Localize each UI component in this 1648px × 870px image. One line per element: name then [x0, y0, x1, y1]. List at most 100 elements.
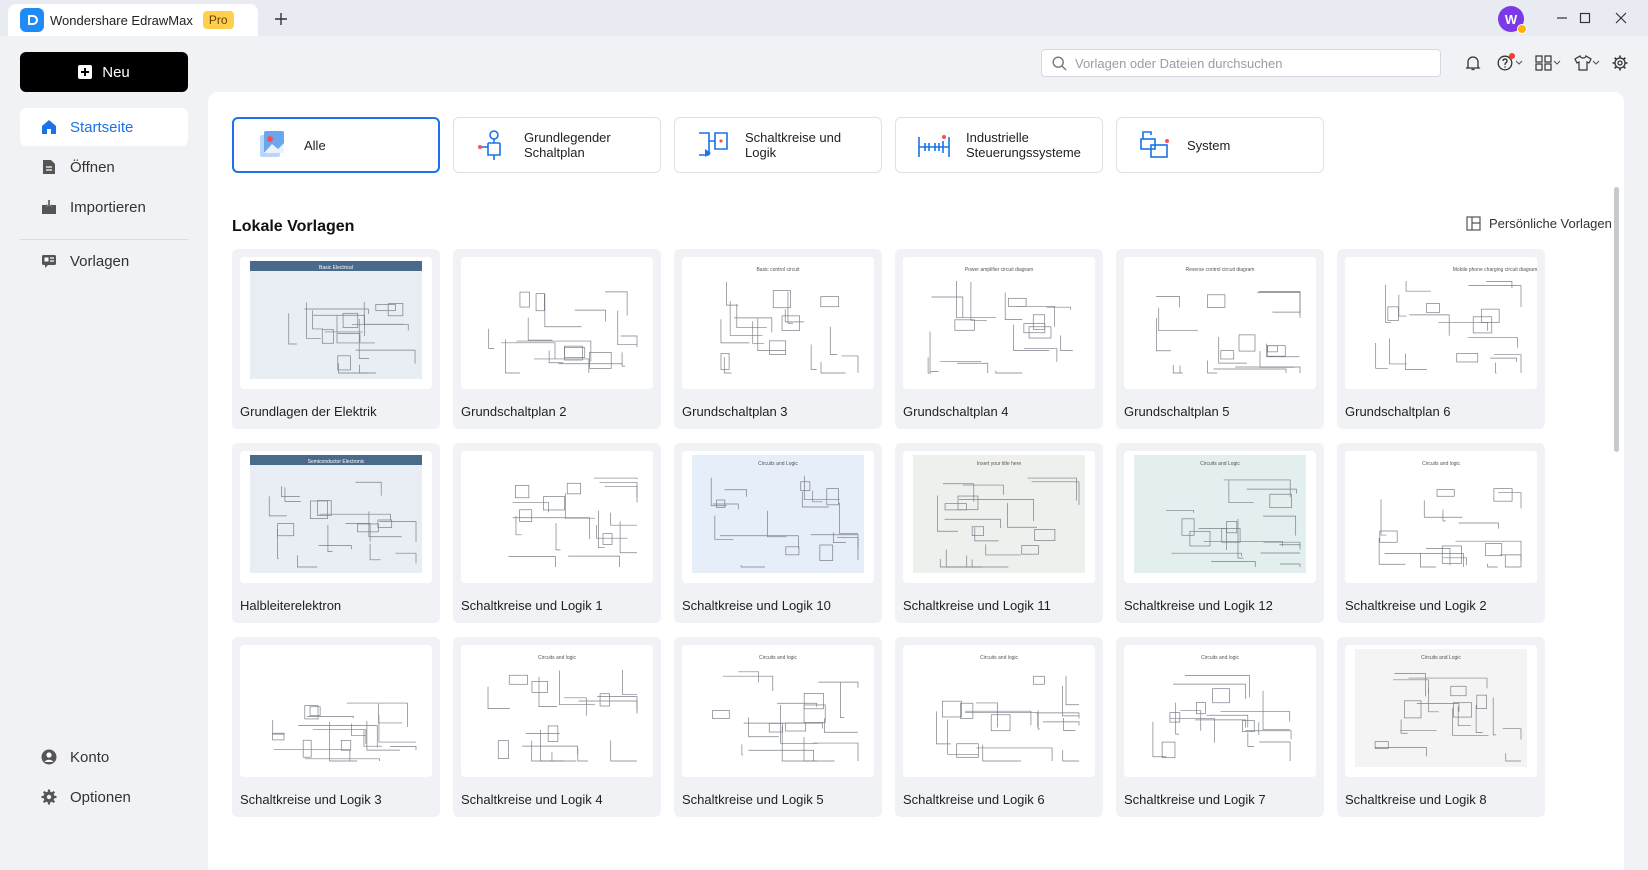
chevron-down-icon [1592, 60, 1600, 65]
category-label: Schaltkreise und Logik [745, 130, 842, 160]
category-alle[interactable]: Alle [232, 117, 440, 173]
account-icon [40, 748, 58, 766]
templates-icon [40, 252, 58, 270]
template-label: Grundschaltplan 2 [461, 404, 567, 419]
circuit-diagram-preview: Basic control circuit [682, 257, 874, 389]
personal-templates-label: Persönliche Vorlagen [1489, 216, 1612, 231]
template-card[interactable]: Insert your title here Schaltkreise und L… [895, 443, 1103, 623]
sidebar-item-startseite[interactable]: Startseite [20, 108, 188, 146]
personal-templates-link[interactable]: Persönliche Vorlagen [1466, 216, 1612, 231]
plus-square-icon [78, 65, 93, 79]
circuit-diagram-preview: Circuits and Logic [1355, 649, 1527, 767]
template-thumbnail: Power amplifier circuit diagram [903, 257, 1095, 389]
thumbnail-title: Semiconductor Electronic [308, 459, 365, 465]
template-label: Schaltkreise und Logik 10 [682, 598, 831, 613]
thumbnail-title: Circuits and logic [1201, 655, 1240, 661]
all-templates-icon [260, 131, 284, 157]
thumbnail-title: Reverse control circuit diagram [1186, 267, 1255, 273]
template-label: Schaltkreise und Logik 3 [240, 792, 382, 807]
template-card[interactable]: Circuits and logic Schaltkreise und Logik… [1337, 443, 1545, 623]
template-card[interactable]: Circuits and Logic Schaltkreise und Logik… [674, 443, 882, 623]
category-industrielle-steuerungssysteme[interactable]: Industrielle Steuerungssysteme [895, 117, 1103, 173]
template-card[interactable]: Circuits and Logic Schaltkreise und Logik… [1116, 443, 1324, 623]
template-label: Grundschaltplan 5 [1124, 404, 1230, 419]
template-label: Grundschaltplan 6 [1345, 404, 1451, 419]
template-card[interactable]: Schaltkreise und Logik 3 [232, 637, 440, 817]
bell-icon [1465, 56, 1481, 71]
template-thumbnail: Circuits and Logic [682, 451, 874, 583]
import-icon [40, 198, 58, 216]
template-card[interactable]: Basic control circuit Grundschaltplan 3 [674, 249, 882, 429]
template-card[interactable]: Reverse control circuit diagram Grundscha… [1116, 249, 1324, 429]
settings-button[interactable] [1609, 52, 1631, 74]
template-card[interactable]: Schaltkreise und Logik 1 [453, 443, 661, 623]
thumbnail-title: Circuits and Logic [1421, 655, 1461, 661]
category-schaltkreise-und-logik[interactable]: Schaltkreise und Logik [674, 117, 882, 173]
sidebar-item-importieren[interactable]: Importieren [20, 188, 188, 226]
category-grundlegender-schaltplan[interactable]: Grundlegender Schaltplan [453, 117, 661, 173]
new-tab-button[interactable] [270, 8, 292, 30]
template-card[interactable]: Semiconductor Electronic Halbleiterelektr… [232, 443, 440, 623]
template-card[interactable]: Grundschaltplan 2 [453, 249, 661, 429]
title-bar: Wondershare EdrawMax Pro W [0, 0, 1648, 36]
template-label: Schaltkreise und Logik 5 [682, 792, 824, 807]
notifications-button[interactable] [1462, 52, 1484, 74]
template-card[interactable]: Circuits and logic Schaltkreise und Logik… [453, 637, 661, 817]
template-card[interactable]: Circuits and logic Schaltkreise und Logik… [895, 637, 1103, 817]
plus-icon [275, 13, 287, 25]
circuit-diagram-preview: Semiconductor Electronic [250, 455, 422, 573]
close-button[interactable] [1598, 4, 1644, 32]
thumbnail-title: Power amplifier circuit diagram [965, 267, 1033, 273]
thumbnail-title: Circuits and logic [980, 655, 1019, 661]
circuit-diagram-preview: Mobile phone charging circuit diagram [1345, 257, 1537, 389]
avatar-initial: W [1504, 11, 1518, 27]
basic-circuit-icon [478, 130, 501, 160]
skins-button[interactable] [1572, 52, 1602, 74]
template-card[interactable]: Circuits and logic Schaltkreise und Logik… [1116, 637, 1324, 817]
maximize-icon [1579, 12, 1591, 24]
category-system[interactable]: System [1116, 117, 1324, 173]
scrollbar[interactable] [1614, 187, 1619, 452]
thumbnail-title: Basic Electrical [319, 265, 353, 271]
template-card[interactable]: Circuits and Logic Schaltkreise und Logik… [1337, 637, 1545, 817]
template-card[interactable]: Power amplifier circuit diagram Grundscha… [895, 249, 1103, 429]
search-icon [1052, 55, 1067, 70]
template-label: Schaltkreise und Logik 1 [461, 598, 603, 613]
sidebar-item-oeffnen[interactable]: Öffnen [20, 148, 188, 186]
template-thumbnail: Semiconductor Electronic [240, 451, 432, 583]
template-thumbnail [240, 645, 432, 777]
circuit-diagram-preview: Circuits and logic [903, 645, 1095, 777]
sidebar-item-optionen[interactable]: Optionen [20, 778, 188, 816]
template-label: Grundschaltplan 3 [682, 404, 788, 419]
template-thumbnail: Circuits and logic [1345, 451, 1537, 583]
thumbnail-title: Circuits and logic [1422, 461, 1461, 467]
sidebar-item-vorlagen[interactable]: Vorlagen [20, 242, 188, 280]
template-thumbnail: Circuits and Logic [1124, 451, 1316, 583]
app-tab[interactable]: Wondershare EdrawMax Pro [8, 4, 258, 36]
template-label: Schaltkreise und Logik 7 [1124, 792, 1266, 807]
pro-badge: Pro [202, 11, 234, 29]
main-panel: Alle Grundlegender Schaltplan Schaltkrei… [208, 92, 1624, 870]
help-notification-dot [1509, 53, 1515, 59]
template-label: Schaltkreise und Logik 2 [1345, 598, 1487, 613]
new-button[interactable]: Neu [20, 52, 188, 92]
apps-button[interactable] [1533, 52, 1563, 74]
template-card[interactable]: Circuits and logic Schaltkreise und Logik… [674, 637, 882, 817]
search-input[interactable] [1075, 55, 1415, 71]
logic-circuit-icon [699, 132, 728, 157]
search-box[interactable] [1041, 49, 1441, 77]
template-thumbnail: Circuits and logic [461, 645, 653, 777]
thumbnail-title: Basic control circuit [756, 267, 800, 273]
template-thumbnail: Circuits and logic [903, 645, 1095, 777]
sidebar-divider [20, 239, 188, 240]
circuit-diagram-preview: Circuits and Logic [1134, 455, 1306, 573]
circuit-diagram-preview: Basic Electrical [250, 261, 422, 379]
template-label: Schaltkreise und Logik 8 [1345, 792, 1487, 807]
help-button[interactable] [1495, 52, 1525, 74]
file-icon [40, 158, 58, 176]
sidebar-item-konto[interactable]: Konto [20, 738, 188, 776]
edrawmax-logo-icon [20, 8, 44, 32]
template-card[interactable]: Basic Electrical Grundlagen der Elektrik [232, 249, 440, 429]
avatar[interactable]: W [1498, 6, 1527, 34]
template-card[interactable]: Mobile phone charging circuit diagram Gru… [1337, 249, 1545, 429]
